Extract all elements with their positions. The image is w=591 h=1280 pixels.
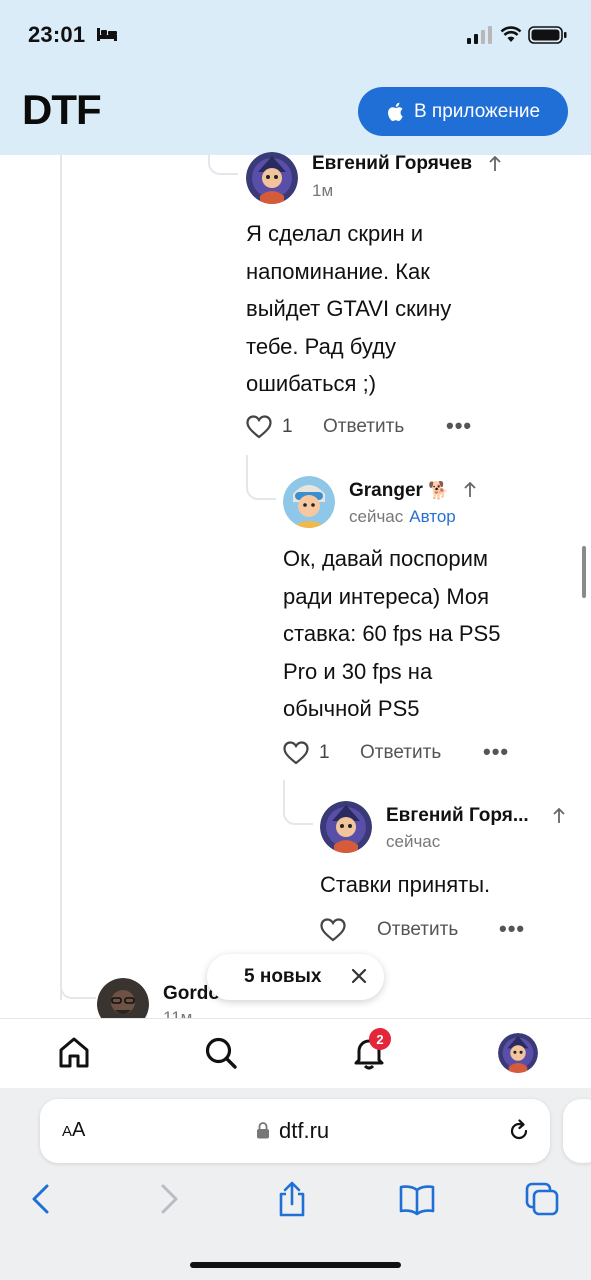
like-count: 1 [319,742,330,763]
scrollbar-thumb[interactable] [582,546,586,598]
comment-text-line: Я сделал скрин и [246,221,424,246]
comment-text-line: ошибаться ;) [246,371,377,396]
comment-text: Я сделал скрин и напоминание. Как выйдет… [246,215,566,403]
lock-icon [257,1122,269,1139]
comment-text-line: выйдет GTAVI скину [246,296,452,321]
share-icon[interactable] [274,1181,310,1217]
thread-line [60,155,62,1000]
like-button[interactable]: 1 [246,413,293,441]
comment-meta: сейчас Автор [349,507,456,527]
comment-text-line: Ок, давай поспорим [283,546,489,571]
back-icon[interactable] [24,1181,60,1217]
comment-text-line: напоминание. Как [246,258,430,284]
reply-to-arrow-icon [464,482,476,497]
reply-button[interactable]: Ответить [360,742,441,764]
battery-icon [528,26,567,44]
comment-text-line: ставка: 60 fps на PS5 [283,621,501,646]
open-in-app-button[interactable]: В приложение [358,87,568,136]
author-emoji: 🐕 [428,481,450,500]
reply-button[interactable]: Ответить [323,416,404,438]
author-name: Granger [349,480,423,501]
comment-time: сейчас [386,832,441,851]
comment-text-line: Ставки приняты. [320,872,491,897]
comment-time: 11м [163,1008,193,1018]
open-in-app-label: В приложение [413,100,541,122]
more-options-button[interactable]: ••• [499,916,525,942]
status-time: 23:01 [28,22,86,47]
text-size-small-a: A [62,1123,73,1140]
comment-author[interactable]: Granger 🐕 [349,480,449,502]
thread-line [60,985,96,999]
more-options-button[interactable]: ••• [483,739,509,765]
text-size-button[interactable]: AA [62,1119,85,1142]
comment-time: сейчас [349,507,404,526]
more-options-button[interactable]: ••• [446,413,472,439]
apple-icon [388,102,403,121]
author-badge: Автор [409,507,456,526]
search-icon[interactable] [204,1036,238,1070]
reload-icon[interactable] [507,1119,531,1143]
heart-icon [246,415,272,439]
dtf-logo[interactable]: DTF [22,86,102,134]
reply-to-arrow-icon [489,156,501,171]
new-comments-pill[interactable]: 5 новых [207,954,384,1000]
comment-text-line: Pro и 30 fps на [283,658,433,684]
comment-author[interactable]: Евгений Горя... [386,805,529,827]
url-text[interactable]: dtf.ru [279,1118,329,1144]
notification-badge: 2 [369,1028,391,1050]
comment-text-line: тебе. Рад буду [246,333,396,359]
thread-line [246,455,276,500]
heart-icon [283,741,309,765]
comment-text: Ставки приняты. [320,866,570,904]
avatar[interactable] [246,152,298,204]
text-size-large-a: A [72,1119,86,1141]
bed-icon [97,28,117,41]
avatar[interactable] [97,978,149,1018]
close-icon[interactable] [350,967,368,985]
like-button[interactable] [320,916,346,944]
reply-to-arrow-icon [553,808,565,823]
comment-text-line: ради интереса) Моя [283,583,490,609]
home-indicator [190,1262,401,1268]
thread-line [208,155,238,175]
avatar[interactable] [320,801,372,853]
comment-text: Ок, давай поспорим ради интереса) Моя ст… [283,540,573,728]
thread-line [283,780,313,825]
comment-time: 1м [312,181,334,200]
wifi-icon [500,26,522,42]
avatar[interactable] [283,476,335,528]
comment-text-line: обычной PS5 [283,696,420,721]
comment-author[interactable]: Евгений Горячев [312,153,472,175]
profile-avatar[interactable] [498,1033,538,1073]
forward-icon [161,1184,178,1214]
bookmarks-icon[interactable] [399,1181,435,1217]
next-tab-address-bar[interactable] [563,1099,591,1163]
like-count: 1 [282,416,293,437]
tabs-icon[interactable] [524,1181,560,1217]
new-comments-label: 5 новых [244,966,322,987]
home-icon[interactable] [57,1036,91,1070]
heart-icon [320,918,346,942]
signal-icon [467,26,492,44]
reply-button[interactable]: Ответить [377,919,458,941]
like-button[interactable]: 1 [283,739,330,767]
